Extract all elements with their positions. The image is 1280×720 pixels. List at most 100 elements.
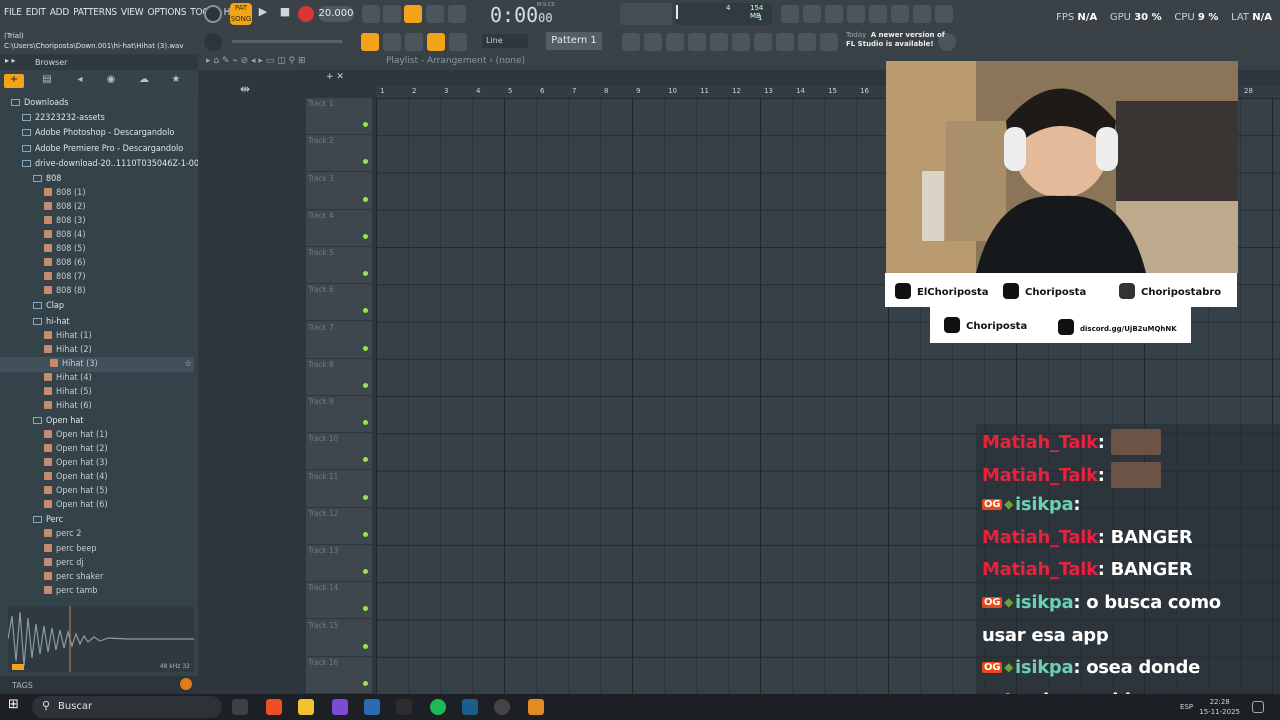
track-mute-led-icon[interactable] xyxy=(363,531,368,537)
folder-item[interactable]: 808 xyxy=(0,172,194,187)
track-mute-led-icon[interactable] xyxy=(363,271,368,276)
spotify-icon[interactable] xyxy=(430,699,446,715)
track-mute-led-icon[interactable] xyxy=(363,457,368,463)
track-header[interactable]: Track 8 xyxy=(306,359,372,396)
folder-item[interactable]: Adobe Photoshop - Descargandolo xyxy=(0,126,194,141)
snap-select[interactable]: Line xyxy=(482,34,528,48)
pattern-selector[interactable]: Pattern 1 xyxy=(546,32,602,50)
download-icon[interactable] xyxy=(935,5,953,23)
track-header[interactable]: Track 6 xyxy=(306,284,372,322)
chrome-icon[interactable] xyxy=(494,699,510,715)
audio-file-item[interactable]: perc beep xyxy=(0,542,194,557)
track-mute-led-icon[interactable] xyxy=(363,308,368,314)
track-mute-led-icon[interactable] xyxy=(363,606,368,612)
track-mute-led-icon[interactable] xyxy=(363,382,368,388)
folder-item[interactable]: Downloads xyxy=(0,96,194,111)
track-mute-led-icon[interactable] xyxy=(363,159,368,165)
audio-file-item[interactable]: Open hat (1) xyxy=(0,428,194,443)
track-mute-led-icon[interactable] xyxy=(363,643,368,649)
master-volume-knob[interactable] xyxy=(204,33,222,51)
waveform-preview[interactable]: 48 kHz 32 xyxy=(7,606,194,672)
obs-icon[interactable] xyxy=(396,699,412,715)
playlist-icon[interactable] xyxy=(666,33,684,51)
folder-item[interactable]: 22323232-assets xyxy=(0,111,194,126)
track-mute-led-icon[interactable] xyxy=(363,122,368,127)
menu-item[interactable]: VIEW xyxy=(121,7,144,18)
track-mute-led-icon[interactable] xyxy=(363,680,368,686)
browser-tab-all-icon[interactable]: + xyxy=(4,74,24,88)
link-icon[interactable] xyxy=(427,33,445,51)
folder-item[interactable]: hi-hat xyxy=(0,315,194,330)
arrow-right-icon[interactable] xyxy=(383,33,401,51)
save-icon[interactable] xyxy=(869,5,887,23)
shop-icon[interactable] xyxy=(820,33,838,51)
picker-arrows-icon[interactable]: ⇹ xyxy=(240,82,250,96)
browser-icon[interactable] xyxy=(710,33,728,51)
brave-icon[interactable] xyxy=(266,699,282,715)
track-header[interactable]: Track 16 xyxy=(306,657,372,694)
audio-file-item[interactable]: perc 2 xyxy=(0,527,194,542)
audio-file-item[interactable]: 808 (4) xyxy=(0,228,194,243)
audio-file-item[interactable]: 808 (7) xyxy=(0,270,194,285)
countdown-icon[interactable] xyxy=(404,5,422,23)
track-mute-led-icon[interactable] xyxy=(363,196,368,202)
track-mute-led-icon[interactable] xyxy=(363,233,368,239)
track-header[interactable]: Track 1 xyxy=(306,98,372,135)
touch-keyboard-icon[interactable] xyxy=(776,33,794,51)
audio-file-item[interactable]: 808 (6) xyxy=(0,256,194,271)
steam-icon[interactable] xyxy=(364,699,380,715)
audio-file-item[interactable]: Hihat (2) xyxy=(0,343,194,358)
track-header[interactable]: Track 11 xyxy=(306,471,372,508)
audio-file-item[interactable]: Open hat (3) xyxy=(0,456,194,471)
track-header[interactable]: Track 5 xyxy=(306,247,372,284)
audio-file-item[interactable]: 808 (1) xyxy=(0,186,194,201)
browser-tab-current-icon[interactable]: ◂ xyxy=(70,74,90,88)
browser-tab-plugins-icon[interactable]: ◉ xyxy=(101,74,121,88)
audio-file-item[interactable]: Open hat (5) xyxy=(0,484,194,499)
playlist-tools-icon[interactable]: ▸ ⌂ ✎ ⌁ ⊘ ◂ ▸ ▭ ◫ ⚲ ⊞ xyxy=(206,56,306,66)
tempo-tapper-icon[interactable] xyxy=(798,33,816,51)
audio-file-item[interactable]: Hihat (3) ☆ xyxy=(0,357,194,372)
track-header[interactable]: Track 2 xyxy=(306,135,372,173)
audio-file-item[interactable]: Open hat (6) xyxy=(0,498,194,513)
add-track-icon[interactable]: + ✕ xyxy=(326,72,344,82)
audio-file-item[interactable]: Hihat (1) xyxy=(0,329,194,344)
folder-item[interactable]: Perc xyxy=(0,513,194,528)
track-header[interactable]: Track 15 xyxy=(306,620,372,657)
notifications-icon[interactable] xyxy=(1252,701,1264,713)
track-header[interactable]: Track 3 xyxy=(306,173,372,210)
stamp-icon[interactable] xyxy=(449,33,467,51)
channel-rack-icon[interactable] xyxy=(622,33,640,51)
project-icon[interactable] xyxy=(732,33,750,51)
audio-file-item[interactable]: Open hat (4) xyxy=(0,470,194,485)
track-mute-led-icon[interactable] xyxy=(363,569,368,574)
audio-file-item[interactable]: Hihat (4) xyxy=(0,371,194,386)
windows-start-icon[interactable]: ⊞ xyxy=(8,697,24,713)
audio-file-item[interactable]: perc shaker xyxy=(0,570,194,585)
track-header[interactable]: Track 7 xyxy=(306,322,372,359)
metronome-icon[interactable] xyxy=(362,5,380,23)
audio-file-item[interactable]: 808 (2) xyxy=(0,200,194,215)
folder-item[interactable]: drive-download-20..1110T035046Z-1-001 xyxy=(0,157,198,172)
browser-tab-favorites-icon[interactable]: ★ xyxy=(166,74,186,88)
track-header[interactable]: Track 14 xyxy=(306,582,372,620)
audio-file-item[interactable]: 808 (8) xyxy=(0,284,194,299)
taskbar-search[interactable]: ⚲ Buscar xyxy=(32,696,222,718)
piano-roll-icon[interactable] xyxy=(644,33,662,51)
menu-item[interactable]: ADD xyxy=(50,7,70,18)
chat-icon[interactable] xyxy=(913,5,931,23)
track-header[interactable]: Track 12 xyxy=(306,508,372,545)
track-header[interactable]: Track 4 xyxy=(306,210,372,247)
mixer-icon[interactable] xyxy=(688,33,706,51)
record-icon[interactable] xyxy=(298,6,314,22)
wait-input-icon[interactable] xyxy=(383,5,401,23)
track-header[interactable]: Track 13 xyxy=(306,545,372,582)
playlist-view-icon[interactable] xyxy=(361,33,379,51)
audio-file-item[interactable]: Open hat (2) xyxy=(0,442,194,457)
search-tags-icon[interactable] xyxy=(180,678,192,690)
step-edit-icon[interactable] xyxy=(426,5,444,23)
menu-item[interactable]: EDIT xyxy=(26,7,46,18)
tools-icon[interactable] xyxy=(803,5,821,23)
stop-icon[interactable]: ■ xyxy=(276,5,294,23)
track-mute-led-icon[interactable] xyxy=(363,345,368,351)
